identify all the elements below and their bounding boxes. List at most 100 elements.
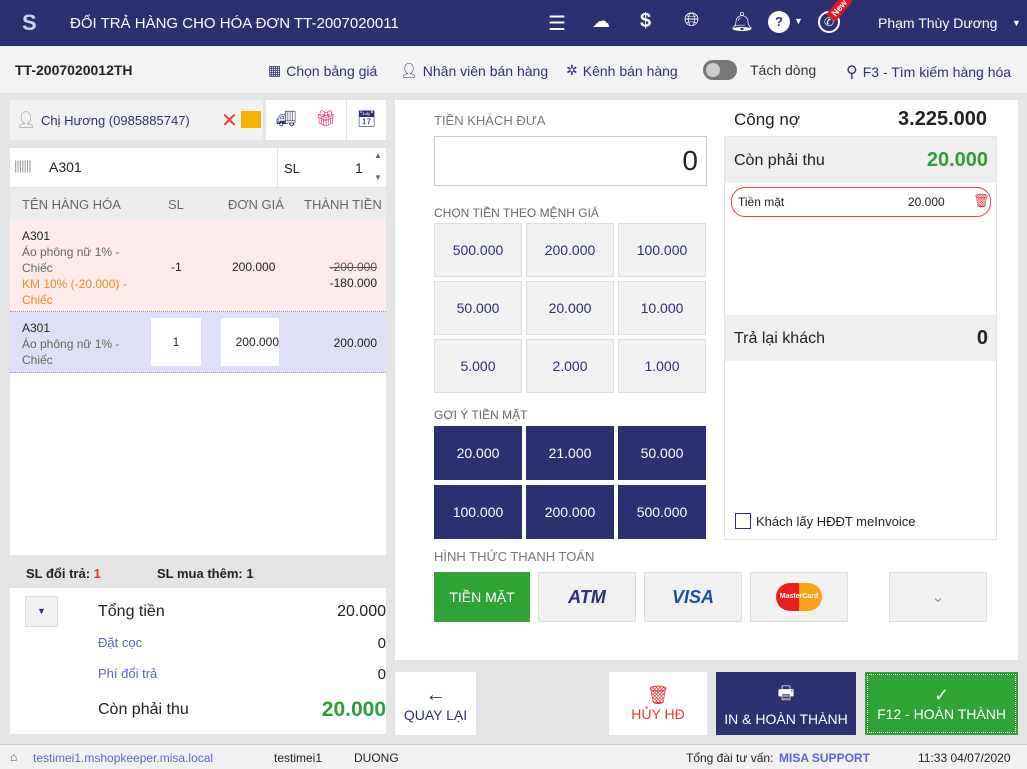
method-atm-button[interactable]: ATM bbox=[538, 572, 636, 622]
barcode-icon: ||||||| bbox=[14, 158, 32, 173]
cash-suggestion-button[interactable]: 21.000 bbox=[526, 426, 614, 480]
given-amount-input[interactable]: 0 bbox=[434, 136, 707, 186]
menu-icon[interactable]: ☰ bbox=[548, 11, 566, 36]
trash-icon[interactable]: 🗑︎ bbox=[973, 193, 990, 209]
mastercard-logo: MasterCard bbox=[776, 583, 822, 611]
product-code: A301 bbox=[22, 321, 51, 335]
customer-field[interactable]: 👤︎ Chị Hương (0985885747) ✕ bbox=[10, 100, 263, 140]
denomination-button[interactable]: 50.000 bbox=[434, 281, 522, 335]
product-search-bar: ||||||| A301 SL 1 ▲ ▼ bbox=[10, 148, 386, 187]
table-empty-area bbox=[10, 373, 386, 555]
denom-label: CHỌN TIỀN THEO MỆNH GIÁ bbox=[434, 206, 599, 220]
col-total: THÀNH TIỀN bbox=[304, 197, 382, 212]
print-finish-button[interactable]: 🖶 IN & HOÀN THÀNH bbox=[716, 672, 856, 735]
check-icon: ✓ bbox=[933, 685, 950, 705]
cloud-sync-icon[interactable]: ☁ bbox=[592, 11, 610, 32]
row-total: 200.000 bbox=[333, 336, 377, 350]
collapse-button[interactable]: ▼ bbox=[25, 596, 58, 627]
delivery-icon[interactable]: 🚚︎ bbox=[266, 100, 306, 140]
payment-breakdown: Còn phải thu 20.000 Tiền mặt 20.000 🗑︎ T… bbox=[724, 136, 997, 540]
change-label: Trả lại khách bbox=[734, 330, 825, 347]
denomination-button[interactable]: 1.000 bbox=[618, 339, 706, 393]
cash-suggestion-button[interactable]: 20.000 bbox=[434, 426, 522, 480]
hotline-link[interactable]: MISA SUPPORT bbox=[779, 751, 870, 765]
debt-value: 3.225.000 bbox=[898, 108, 987, 130]
fee-value: 0 bbox=[377, 666, 386, 683]
denomination-button[interactable]: 10.000 bbox=[618, 281, 706, 335]
cash-suggestion-button[interactable]: 500.000 bbox=[618, 485, 706, 539]
trash-icon: 🗑︎ bbox=[646, 685, 670, 705]
more-methods-button[interactable]: ⌄ bbox=[889, 572, 987, 622]
cash-suggestion-button[interactable]: 50.000 bbox=[618, 426, 706, 480]
deposit-link[interactable]: Đặt cọc bbox=[98, 635, 142, 650]
quantity-stepper[interactable]: SL 1 ▲ ▼ bbox=[277, 148, 386, 187]
due-value: 20.000 bbox=[926, 149, 988, 171]
status-name: DUONG bbox=[354, 751, 399, 765]
method-mastercard-button[interactable]: MasterCard bbox=[750, 572, 848, 622]
cash-suggestion-button[interactable]: 100.000 bbox=[434, 485, 522, 539]
person-icon: 👤︎ bbox=[400, 62, 418, 78]
total-label: Tổng tiền bbox=[98, 603, 165, 620]
close-icon[interactable]: ✕ bbox=[221, 108, 238, 133]
customer-name: Chị Hương (0985885747) bbox=[41, 113, 190, 128]
search-product-button[interactable]: ⚲ F3 - Tìm kiếm hàng hóa bbox=[846, 62, 1011, 82]
buy-more-count: SL mua thêm: 1 bbox=[157, 566, 254, 581]
denomination-button[interactable]: 2.000 bbox=[526, 339, 614, 393]
row-qty: -1 bbox=[171, 260, 182, 274]
method-label: HÌNH THỨC THANH TOÁN bbox=[434, 549, 595, 564]
finish-button[interactable]: ✓ F12 - HOÀN THÀNH bbox=[865, 672, 1018, 735]
domain-link[interactable]: testimei1.mshopkeeper.misa.local bbox=[33, 751, 213, 765]
product-name: Áo phông nữ 1% - Chiếc bbox=[22, 245, 120, 275]
increment-icon[interactable]: ▲ bbox=[374, 151, 382, 160]
logo-icon: S bbox=[22, 10, 37, 35]
denomination-button[interactable]: 200.000 bbox=[526, 223, 614, 277]
decrement-icon[interactable]: ▼ bbox=[374, 173, 382, 182]
bell-icon[interactable]: 🔔︎ bbox=[730, 10, 754, 34]
product-search-input[interactable]: A301 bbox=[49, 159, 82, 175]
denomination-button[interactable]: 500.000 bbox=[434, 223, 522, 277]
channel-button[interactable]: ✲ Kênh bán hàng bbox=[566, 62, 678, 79]
price-list-button[interactable]: ▦ Chọn bảng giá bbox=[268, 62, 377, 79]
row-price: 200.000 bbox=[232, 260, 276, 274]
einvoice-checkbox[interactable] bbox=[735, 513, 751, 529]
row-total: -180.000 bbox=[329, 276, 377, 290]
chevron-down-icon[interactable]: ▼ bbox=[794, 16, 803, 26]
method-visa-button[interactable]: VISA bbox=[644, 572, 742, 622]
einvoice-label: Khách lấy HĐĐT meInvoice bbox=[756, 514, 916, 529]
money-icon[interactable]: $ bbox=[640, 10, 651, 33]
summary-panel: ▼ Tổng tiền 20.000 Đặt cọc 0 Phí đổi trả… bbox=[10, 588, 386, 734]
staff-label: Nhân viên bán hàng bbox=[422, 62, 549, 79]
method-cash-button[interactable]: TIỀN MẶT bbox=[434, 572, 530, 622]
row-price-input[interactable]: 200.000 bbox=[221, 318, 279, 366]
row-qty-input[interactable]: 1 bbox=[151, 318, 201, 366]
denomination-button[interactable]: 100.000 bbox=[618, 223, 706, 277]
change-value: 0 bbox=[976, 327, 988, 349]
calendar-icon[interactable]: 📅︎ bbox=[347, 100, 386, 140]
user-menu[interactable]: Phạm Thùy Dương bbox=[878, 15, 997, 31]
gift-icon[interactable]: 🎁︎ bbox=[306, 100, 346, 140]
home-icon[interactable]: ⌂ bbox=[10, 750, 17, 764]
col-price: ĐƠN GIÁ bbox=[228, 197, 284, 212]
fee-link[interactable]: Phí đổi trả bbox=[98, 666, 157, 681]
globe-icon[interactable]: 🌐︎ bbox=[684, 10, 699, 32]
qty-label: SL bbox=[284, 161, 300, 176]
help-icon[interactable]: ? bbox=[768, 11, 790, 33]
denomination-button[interactable]: 20.000 bbox=[526, 281, 614, 335]
table-row[interactable]: A301 Áo phông nữ 1% - Chiếc 1 200.000 20… bbox=[10, 312, 386, 373]
split-line-label: Tách dòng bbox=[750, 62, 817, 78]
staff-button[interactable]: 👤︎ Nhân viên bán hàng bbox=[400, 62, 548, 79]
back-button[interactable]: ← QUAY LẠI bbox=[395, 672, 476, 735]
due-label: Còn phải thu bbox=[734, 152, 825, 169]
cash-suggestion-button[interactable]: 200.000 bbox=[526, 485, 614, 539]
cancel-invoice-button[interactable]: 🗑︎ HỦY HĐ bbox=[609, 672, 707, 735]
split-line-toggle[interactable] bbox=[703, 60, 737, 80]
cash-line[interactable]: Tiền mặt 20.000 🗑︎ bbox=[731, 187, 991, 217]
denomination-button[interactable]: 5.000 bbox=[434, 339, 522, 393]
customer-card-icon[interactable] bbox=[241, 111, 261, 128]
invoice-code: TT-2007020012TH bbox=[15, 62, 133, 78]
col-qty: SL bbox=[168, 197, 184, 212]
hotline-label: Tổng đài tư vấn: bbox=[686, 751, 774, 765]
chevron-down-icon[interactable]: ▼ bbox=[1012, 18, 1021, 28]
debt-label: Công nợ bbox=[734, 110, 800, 129]
table-row[interactable]: A301 Áo phông nữ 1% - Chiếc KM 10% (-20.… bbox=[10, 220, 386, 312]
